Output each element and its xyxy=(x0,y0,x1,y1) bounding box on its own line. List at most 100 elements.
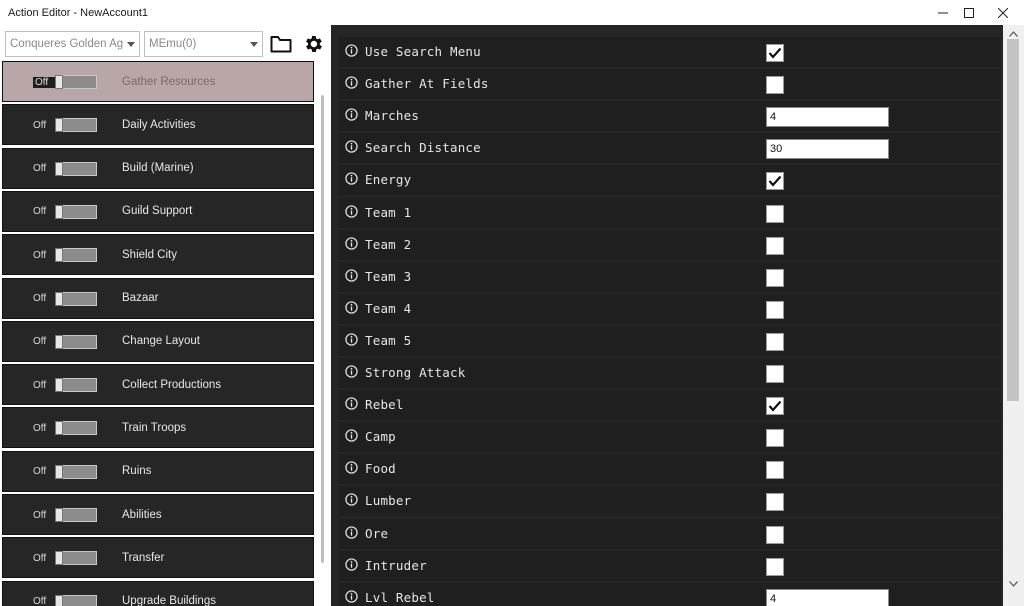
property-checkbox[interactable] xyxy=(766,557,784,576)
property-row: Use Search Menu xyxy=(339,37,1001,67)
scroll-thumb[interactable] xyxy=(1007,39,1019,401)
action-item[interactable]: Off Train Troops xyxy=(2,407,314,449)
action-item[interactable]: Off Ruins xyxy=(2,450,314,492)
toggle-track xyxy=(55,334,97,349)
property-number-input[interactable] xyxy=(766,107,889,128)
open-folder-button[interactable] xyxy=(269,33,293,55)
info-circle-icon[interactable] xyxy=(345,525,358,539)
game-select[interactable]: Conqueres Golden Age xyxy=(5,31,140,57)
info-circle-icon[interactable] xyxy=(345,204,358,218)
info-circle-icon[interactable] xyxy=(345,493,358,507)
property-checkbox[interactable] xyxy=(766,429,784,448)
action-toggle[interactable]: Off xyxy=(33,247,99,263)
action-toggle[interactable]: Off xyxy=(33,334,99,350)
checkmark-icon xyxy=(768,47,782,59)
action-item-label: Bazaar xyxy=(122,292,159,304)
action-item[interactable]: Off Upgrade Buildings xyxy=(2,580,314,606)
property-checkbox[interactable] xyxy=(766,397,784,416)
action-item[interactable]: Off Shield City xyxy=(2,234,314,276)
action-item[interactable]: Off Gather Resources xyxy=(2,61,314,102)
info-circle-icon[interactable] xyxy=(345,140,358,153)
info-circle-icon[interactable] xyxy=(345,108,358,121)
toggle-knob xyxy=(55,378,63,393)
close-icon xyxy=(998,7,1008,18)
property-row: Team 1 xyxy=(339,197,1001,228)
property-checkbox[interactable] xyxy=(766,493,784,512)
action-item[interactable]: Off Bazaar xyxy=(2,277,314,319)
property-label: Rebel xyxy=(365,397,404,413)
toggle-knob xyxy=(55,248,63,263)
property-checkbox[interactable] xyxy=(766,332,784,351)
property-number-input[interactable] xyxy=(766,588,889,606)
toggle-knob xyxy=(55,551,63,566)
info-circle-icon[interactable] xyxy=(345,429,358,442)
info-circle-icon[interactable] xyxy=(345,301,358,314)
action-toggle[interactable]: Off xyxy=(33,594,99,606)
property-checkbox[interactable] xyxy=(766,268,784,287)
property-checkbox[interactable] xyxy=(766,236,784,255)
property-checkbox[interactable] xyxy=(766,172,784,191)
property-checkbox[interactable] xyxy=(766,525,784,544)
toggle-state-label: Off xyxy=(33,206,47,218)
property-row: Intruder xyxy=(339,550,1001,581)
info-circle-icon[interactable] xyxy=(345,590,358,603)
action-item[interactable]: Off Transfer xyxy=(2,537,314,579)
info-circle-icon[interactable] xyxy=(345,365,358,378)
toggle-state-label: Off xyxy=(33,379,47,391)
property-checkbox[interactable] xyxy=(766,44,784,62)
action-toggle[interactable]: Off xyxy=(33,550,99,566)
action-item[interactable]: Off Collect Productions xyxy=(2,364,314,406)
property-row: Lvl Rebel xyxy=(339,582,1001,606)
action-item[interactable]: Off Guild Support xyxy=(2,190,314,232)
toggle-knob xyxy=(55,75,63,89)
action-toggle[interactable]: Off xyxy=(33,117,99,133)
action-toggle[interactable]: Off xyxy=(33,507,99,523)
action-item-label: Train Troops xyxy=(122,421,187,434)
action-item[interactable]: Off Daily Activities xyxy=(2,104,314,146)
properties-scrollbar[interactable] xyxy=(1003,25,1024,606)
info-circle-icon[interactable] xyxy=(345,557,358,571)
toggle-state-label: Off xyxy=(33,422,47,434)
action-item-label: Change Layout xyxy=(122,335,201,348)
property-row: Team 4 xyxy=(339,293,1001,324)
action-toggle[interactable]: Off xyxy=(33,377,99,393)
action-toggle[interactable]: Off xyxy=(33,204,99,220)
action-toggle[interactable]: Off xyxy=(33,161,99,177)
info-circle-icon[interactable] xyxy=(345,76,358,89)
emulator-select[interactable]: MEmu(0) xyxy=(144,31,263,57)
action-list-scrollbar[interactable] xyxy=(321,95,324,563)
action-item[interactable]: Off Change Layout xyxy=(2,320,314,362)
info-circle-icon[interactable] xyxy=(345,333,358,346)
action-item[interactable]: Off Build (Marine) xyxy=(2,147,314,189)
info-circle-icon[interactable] xyxy=(345,397,358,410)
action-toggle[interactable]: Off xyxy=(33,74,99,90)
close-button[interactable] xyxy=(980,0,1024,25)
property-checkbox[interactable] xyxy=(766,461,784,480)
scroll-down-icon[interactable] xyxy=(1003,581,1024,591)
property-checkbox[interactable] xyxy=(766,76,784,95)
toggle-track xyxy=(55,204,97,219)
toggle-state-label: Off xyxy=(33,596,47,606)
property-checkbox[interactable] xyxy=(766,204,784,223)
folder-icon xyxy=(270,36,292,53)
action-toggle[interactable]: Off xyxy=(33,291,99,307)
toggle-track xyxy=(55,508,97,522)
title-bar: Action Editor - NewAccount1 xyxy=(0,0,1024,25)
property-checkbox[interactable] xyxy=(766,365,784,383)
settings-button[interactable] xyxy=(301,32,325,56)
info-circle-icon[interactable] xyxy=(345,236,358,250)
property-label: Team 2 xyxy=(365,236,412,252)
property-checkbox[interactable] xyxy=(766,300,784,319)
info-circle-icon[interactable] xyxy=(345,44,358,57)
action-item[interactable]: Off Abilities xyxy=(2,494,314,535)
maximize-icon xyxy=(964,7,974,18)
toggle-state-label: Off xyxy=(33,552,47,564)
info-circle-icon[interactable] xyxy=(345,269,358,282)
info-circle-icon[interactable] xyxy=(345,172,358,186)
info-circle-icon[interactable] xyxy=(345,461,358,474)
property-number-input[interactable] xyxy=(766,139,889,160)
toggle-state-label: Off xyxy=(33,163,47,175)
action-toggle[interactable]: Off xyxy=(33,464,99,480)
action-toggle[interactable]: Off xyxy=(33,420,99,436)
toggle-state-label: Off xyxy=(33,336,47,348)
